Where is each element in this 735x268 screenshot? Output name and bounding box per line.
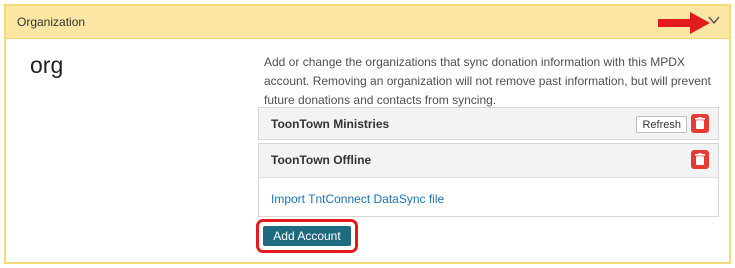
panel-title: Organization — [17, 15, 86, 29]
panel-header[interactable]: Organization — [6, 6, 729, 39]
organization-card-header: ToonTown Offline — [259, 144, 718, 178]
section-heading: org — [30, 52, 64, 78]
annotation-arrow-icon — [658, 12, 710, 34]
organization-name: ToonTown Ministries — [271, 117, 390, 131]
delete-organization-button[interactable] — [691, 150, 709, 169]
organization-name: ToonTown Offline — [271, 153, 372, 167]
description-text: Add or change the organizations that syn… — [264, 55, 711, 107]
organization-card: ToonTown Ministries Refresh — [258, 107, 719, 140]
organization-list: ToonTown Ministries Refresh ToonTown Off… — [258, 107, 719, 217]
add-account-highlight: Add Account — [256, 219, 358, 253]
trash-icon — [695, 153, 705, 165]
refresh-button[interactable]: Refresh — [636, 116, 687, 133]
organization-card: ToonTown Offline Import TntConnect DataS… — [258, 143, 719, 217]
delete-organization-button[interactable] — [691, 114, 709, 133]
import-tntconnect-link[interactable]: Import TntConnect DataSync file — [271, 192, 444, 206]
add-account-button[interactable]: Add Account — [263, 226, 351, 246]
trash-icon — [695, 117, 705, 129]
